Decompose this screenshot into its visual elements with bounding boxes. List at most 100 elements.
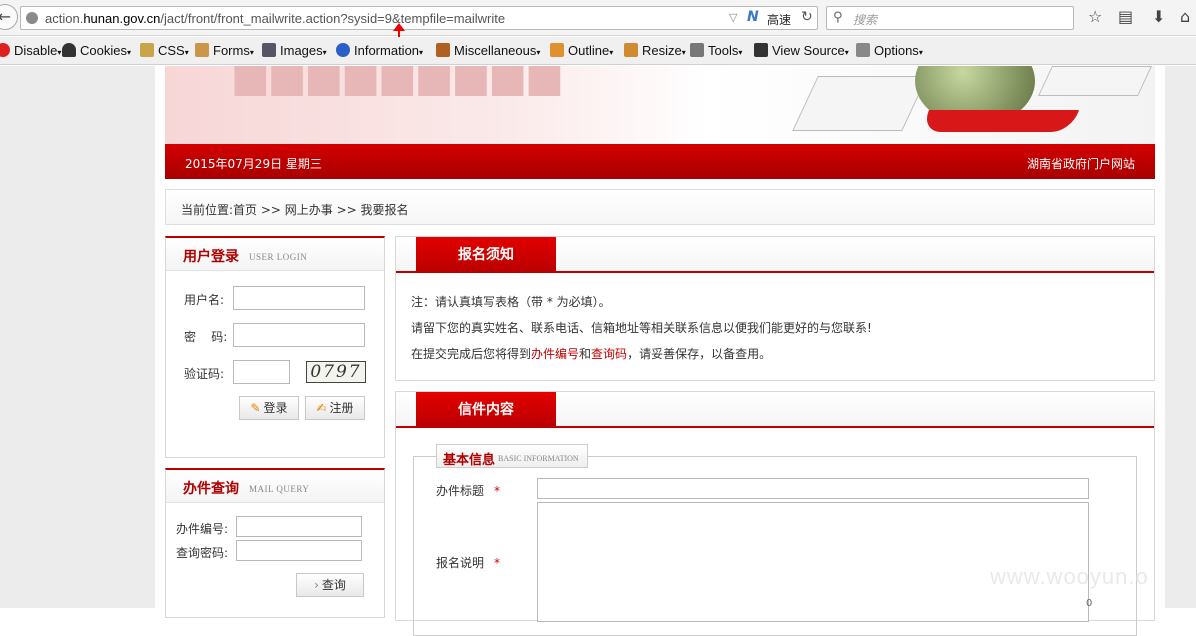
disable-icon — [0, 43, 10, 57]
dev-item-label: Information — [354, 43, 420, 58]
download-icon[interactable]: ⬇ — [1152, 7, 1165, 26]
breadcrumb: 当前位置:首页 >> 网上办事 >> 我要报名 — [165, 189, 1155, 225]
search-box[interactable]: ⚲ 搜索 — [826, 6, 1074, 30]
description-field-label: 报名说明 * — [436, 554, 500, 571]
dev-item-label: Disable — [14, 43, 58, 58]
password-label: 密 码: — [184, 330, 228, 344]
speed-label[interactable]: 高速 — [767, 11, 791, 28]
register-button[interactable]: ✍ 注册 — [305, 396, 365, 420]
char-counter: 0 — [1086, 598, 1093, 609]
url-text[interactable]: action.hunan.gov.cn/jact/front/front_mai… — [45, 11, 505, 26]
dev-css-menu[interactable]: CSS▾ — [140, 43, 189, 58]
search-placeholder: 搜索 — [853, 13, 878, 27]
login-button[interactable]: ✎ 登录 — [239, 396, 299, 420]
dev-item-label: Forms — [213, 43, 250, 58]
dev-forms-menu[interactable]: Forms▾ — [195, 43, 254, 58]
url-field[interactable]: action.hunan.gov.cn/jact/front/front_mai… — [20, 6, 818, 30]
options-icon — [856, 43, 870, 57]
login-title: 用户登录 — [183, 249, 239, 265]
breadcrumb-text: 当前位置:首页 >> 网上办事 >> 我要报名 — [181, 203, 409, 217]
tools-icon — [690, 43, 704, 57]
laptop-graphic — [792, 76, 928, 131]
notice-text: ，请妥善保存，以备查用。 — [627, 347, 772, 361]
notice-line-contact: 请留下您的真实姓名、联系电话、信箱地址等相关联系信息以便我们能更好的与您联系! — [411, 321, 872, 335]
dev-item-label: Cookies — [80, 43, 127, 58]
dev-view-source-menu[interactable]: View Source▾ — [754, 43, 849, 58]
notice-line-codes: 在提交完成后您将得到办件编号和查询码，请妥善保存，以备查用。 — [411, 345, 771, 362]
dev-item-label: Images — [280, 43, 323, 58]
dev-outline-menu[interactable]: Outline▾ — [550, 43, 613, 58]
notice-header: 报名须知 — [396, 237, 1154, 273]
query-button[interactable]: › 查询 — [296, 573, 364, 597]
query-button-label: 查询 — [321, 578, 346, 592]
notice-text: 和 — [579, 347, 592, 361]
basic-info-title: 基本信息 — [443, 453, 496, 468]
register-button-label: 注册 — [329, 401, 354, 415]
web-developer-toolbar: Disable▾ Cookies▾ CSS▾ Forms▾ Images▾ In… — [0, 37, 1196, 65]
speed-icon: N — [747, 9, 759, 25]
red-arrow-graphic — [920, 110, 1080, 132]
dev-item-label: CSS — [158, 43, 185, 58]
dev-resize-menu[interactable]: Resize▾ — [624, 43, 686, 58]
query-number-input[interactable] — [236, 516, 362, 537]
description-textarea[interactable] — [537, 502, 1089, 622]
dev-cookies-menu[interactable]: Cookies▾ — [62, 43, 131, 58]
dev-item-label: Outline — [568, 43, 610, 58]
title-input[interactable] — [537, 478, 1089, 499]
dev-item-label: View Source — [772, 43, 845, 58]
query-title: 办件查询 — [183, 481, 239, 497]
dev-tools-menu[interactable]: Tools▾ — [690, 43, 742, 58]
dev-images-menu[interactable]: Images▾ — [262, 43, 327, 58]
dev-disable-menu[interactable]: Disable▾ — [0, 43, 61, 58]
password-input[interactable] — [233, 323, 365, 347]
portal-link[interactable]: 湖南省政府门户网站 — [1027, 155, 1135, 172]
view-source-icon — [754, 43, 768, 57]
site-banner: ▆▆▆▆▆▆▆▆▆ — [165, 66, 1155, 144]
required-mark: * — [494, 484, 501, 498]
captcha-input[interactable] — [233, 360, 290, 384]
current-date: 2015年07月29日 星期三 — [185, 157, 322, 171]
browser-toolbar: ← action.hunan.gov.cn/jact/front/front_m… — [0, 0, 1196, 36]
miscellaneous-icon — [436, 43, 450, 57]
login-subtitle: USER LOGIN — [249, 252, 308, 262]
key-icon: ✎ — [250, 401, 261, 415]
title-label-text: 办件标题 — [436, 484, 485, 498]
dev-information-menu[interactable]: Information▾ — [336, 43, 423, 58]
basic-info-legend: 基本信息 BASIC INFORMATION — [436, 444, 588, 468]
laptop-graphic — [1038, 66, 1152, 96]
banner-title-graphic: ▆▆▆▆▆▆▆▆▆ — [235, 66, 566, 96]
url-prefix: action. — [45, 11, 84, 26]
back-button[interactable]: ← — [0, 4, 18, 30]
query-number-label: 办件编号: — [176, 522, 229, 536]
query-header: 办件查询 MAIL QUERY — [166, 470, 384, 503]
wooyun-watermark: www.wooyun.o — [990, 564, 1149, 589]
outline-icon — [550, 43, 564, 57]
username-input[interactable] — [233, 286, 365, 310]
reload-icon[interactable]: ↻ — [801, 9, 813, 25]
home-icon[interactable]: ⌂ — [1180, 7, 1190, 26]
dev-miscellaneous-menu[interactable]: Miscellaneous▾ — [436, 43, 540, 58]
css-icon — [140, 43, 154, 57]
bookmark-star-icon[interactable]: ☆ — [1088, 7, 1102, 26]
dev-options-menu[interactable]: Options▾ — [856, 43, 923, 58]
notice-highlight: 查询码 — [591, 347, 628, 361]
notice-text: 在提交完成后您将得到 — [411, 347, 532, 361]
login-header: 用户登录 USER LOGIN — [166, 238, 384, 271]
required-mark: * — [494, 556, 501, 570]
query-code-label: 查询密码: — [176, 546, 229, 560]
query-box: 办件查询 MAIL QUERY 办件编号: 查询密码: › 查询 — [165, 468, 385, 618]
forms-icon — [195, 43, 209, 57]
captcha-image[interactable]: 0797 — [306, 361, 366, 383]
dev-item-label: Tools — [708, 43, 739, 58]
notice-highlight: 办件编号 — [531, 347, 580, 361]
query-code-input[interactable] — [236, 540, 362, 561]
url-dropdown-icon[interactable]: ▽ — [729, 11, 737, 24]
login-box: 用户登录 USER LOGIN 用户名: 密 码: 验证码: 0797 ✎ 登录 … — [165, 236, 385, 458]
reading-list-icon[interactable]: ▤ — [1118, 7, 1133, 26]
title-field-label: 办件标题 * — [436, 482, 500, 499]
globe-icon — [26, 12, 38, 24]
edit-icon: ✍ — [316, 401, 327, 415]
date-bar: 2015年07月29日 星期三 湖南省政府门户网站 — [165, 144, 1155, 179]
url-path: /jact/front/front_mailwrite.action?sysid… — [160, 11, 506, 26]
captcha-label: 验证码: — [184, 367, 225, 381]
